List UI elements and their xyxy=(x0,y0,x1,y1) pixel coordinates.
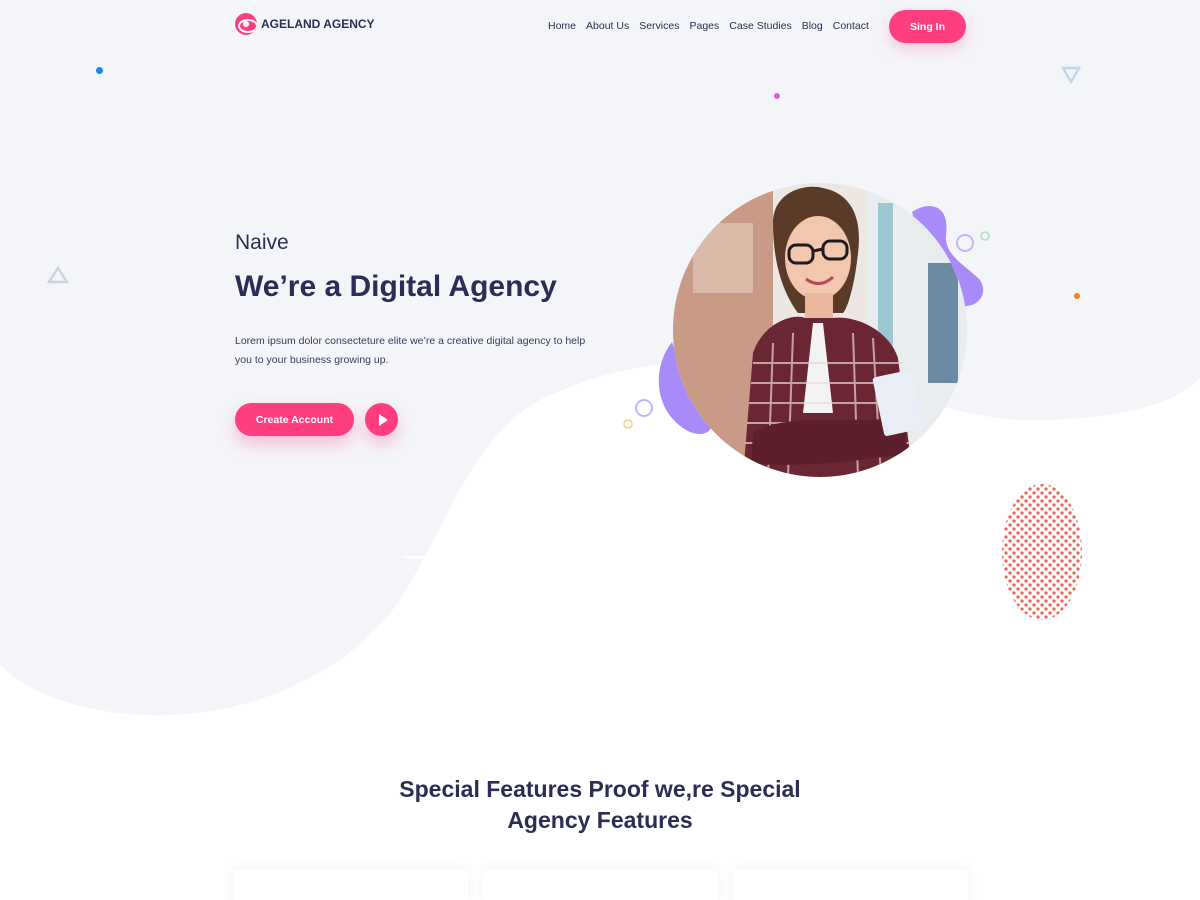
dot-pattern xyxy=(1002,484,1082,620)
nav-item-about-us[interactable]: About Us xyxy=(581,20,634,32)
hero-title: We’re a Digital Agency xyxy=(235,270,557,303)
nav-item-case-studies[interactable]: Case Studies xyxy=(724,20,796,32)
hero-photo xyxy=(673,183,967,477)
triangle-icon xyxy=(47,266,69,284)
orange-dot xyxy=(1074,293,1080,299)
feature-card[interactable] xyxy=(733,870,968,900)
hero-background xyxy=(0,0,1200,716)
features-cards xyxy=(225,870,975,900)
nav-item-home[interactable]: Home xyxy=(548,20,581,32)
features-heading-line2: Agency xyxy=(507,807,597,833)
hero-description: Lorem ipsum dolor consecteture elite we’… xyxy=(235,335,586,366)
sign-in-button[interactable]: Sing In xyxy=(889,10,966,43)
nav-item-blog[interactable]: Blog xyxy=(797,20,828,32)
hero-pretitle: Naive xyxy=(235,231,289,254)
features-heading: Special Features Proof we,re Special Age… xyxy=(0,774,1200,836)
site-header: AGELAND AGENCY Home About Us Services Pa… xyxy=(0,0,1200,55)
create-account-button[interactable]: Create Account xyxy=(235,403,354,436)
blue-dot xyxy=(96,67,103,74)
nav-item-services[interactable]: Services xyxy=(634,20,684,32)
features-heading-highlight: Features xyxy=(596,807,693,833)
main-nav: Home About Us Services Pages Case Studie… xyxy=(548,20,874,32)
page: AGELAND AGENCY Home About Us Services Pa… xyxy=(0,0,1200,900)
brand-name: AGELAND AGENCY xyxy=(261,17,375,31)
triangle-icon xyxy=(1061,66,1081,84)
play-video-button[interactable] xyxy=(365,403,398,436)
pink-dot xyxy=(774,93,780,99)
logo-icon xyxy=(235,13,257,35)
woman-photo-illustration xyxy=(673,183,967,477)
nav-item-pages[interactable]: Pages xyxy=(684,20,724,32)
brand-logo[interactable]: AGELAND AGENCY xyxy=(235,13,375,35)
features-heading-line1: Special Features Proof we,re Special xyxy=(399,776,801,802)
play-icon xyxy=(378,413,388,426)
feature-card[interactable] xyxy=(483,870,718,900)
feature-card[interactable] xyxy=(233,870,468,900)
nav-item-contact[interactable]: Contact xyxy=(828,20,874,32)
